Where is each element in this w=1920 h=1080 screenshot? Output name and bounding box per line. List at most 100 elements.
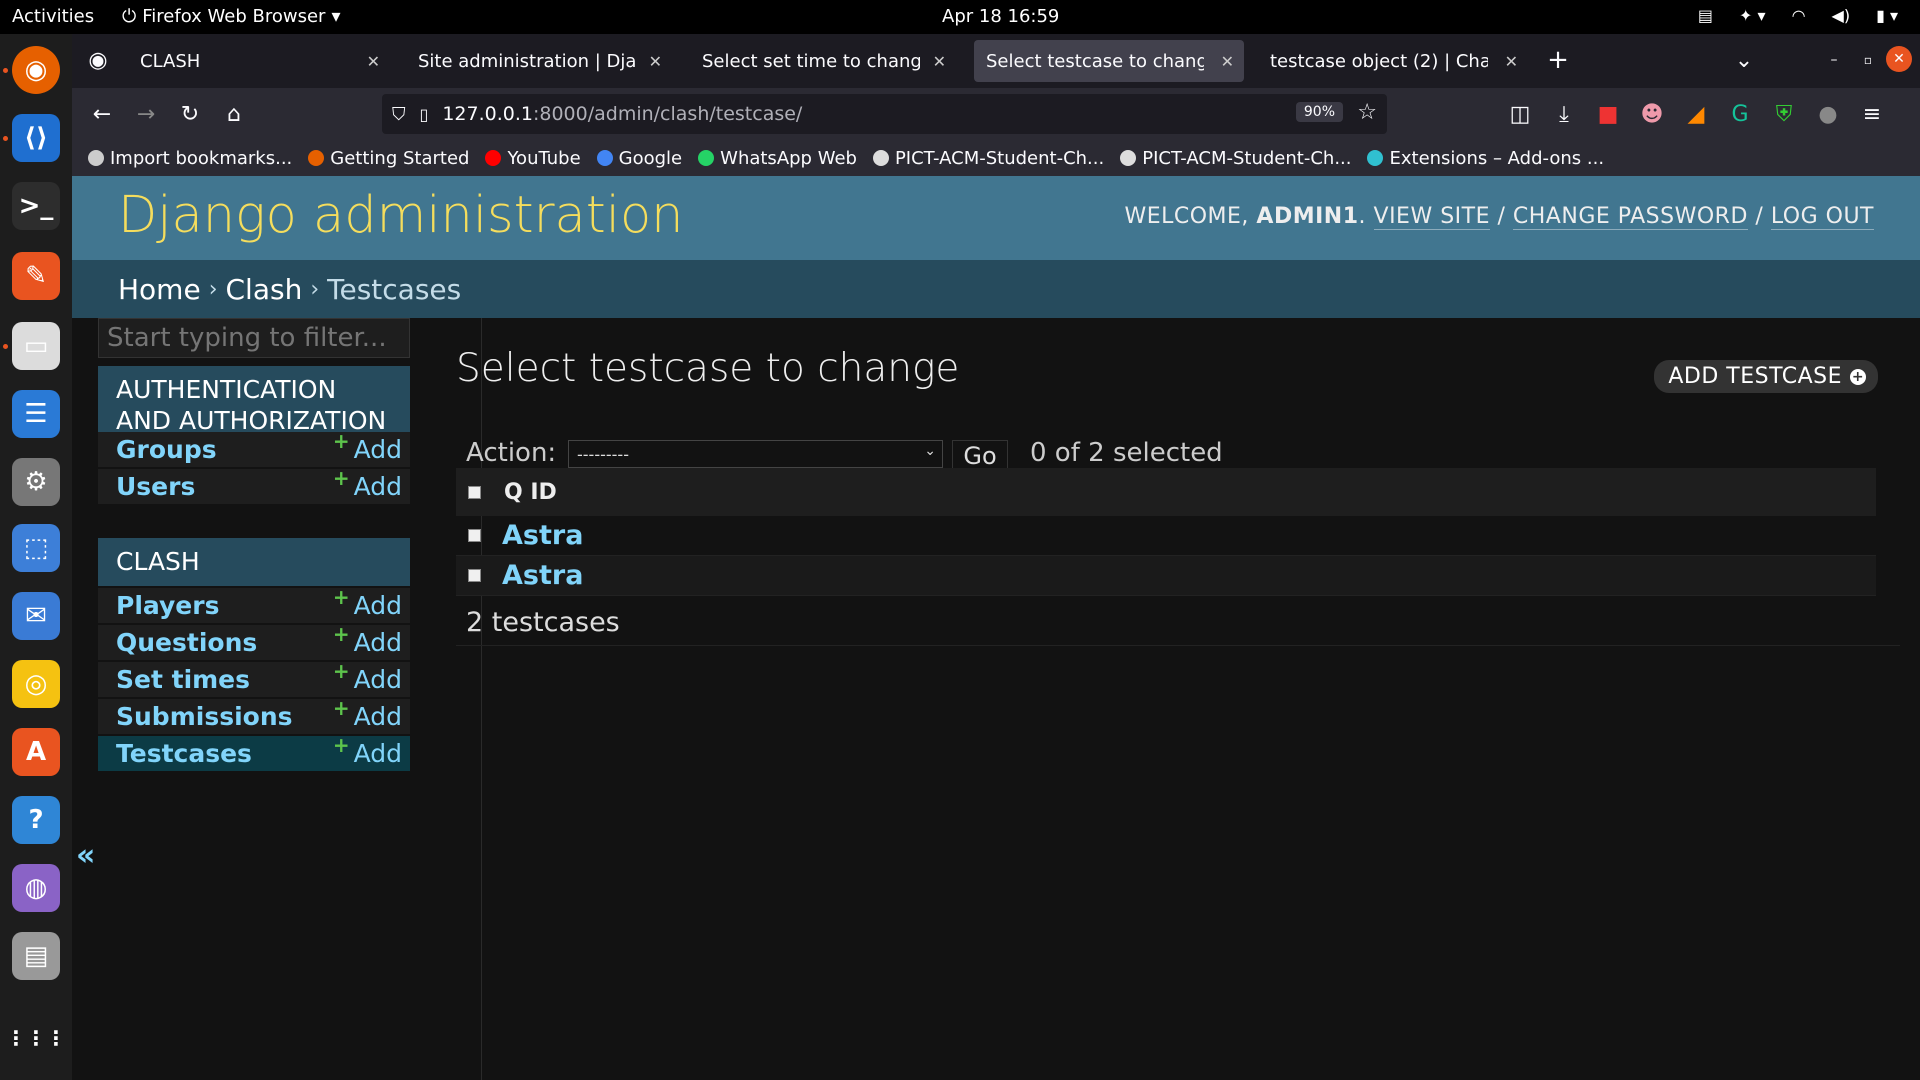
star-icon[interactable]: ☆	[1357, 100, 1377, 125]
zoom-level[interactable]: 90%	[1295, 102, 1343, 122]
web-icon[interactable]: ◍	[12, 864, 60, 912]
restore-icon[interactable]: ▫	[1852, 44, 1884, 76]
model-link-players[interactable]: Players	[116, 591, 219, 620]
bookmark-item[interactable]: Import bookmarks...	[88, 148, 292, 169]
row-link[interactable]: Astra	[502, 560, 583, 591]
model-link-set-times[interactable]: Set times	[116, 665, 250, 694]
tab-clash[interactable]: CLASH ✕	[128, 40, 390, 82]
firefox-view-icon[interactable]: ◉	[82, 44, 114, 76]
downloads-icon[interactable]: ⤓	[1548, 98, 1580, 130]
rhythmbox-icon[interactable]: ◎	[12, 660, 60, 708]
window-close-icon[interactable]: ✕	[1886, 46, 1912, 72]
row-checkbox[interactable]	[468, 569, 481, 582]
add-submissions-link[interactable]: + Add	[333, 696, 402, 731]
clock[interactable]: Apr 18 16:59	[942, 6, 1059, 27]
grammarly-icon[interactable]: G	[1724, 98, 1756, 130]
change-password-link[interactable]: CHANGE PASSWORD	[1512, 204, 1748, 230]
module-caption-clash[interactable]: CLASH	[98, 538, 410, 586]
files-icon[interactable]: ▭	[12, 322, 60, 370]
add-players-link[interactable]: + Add	[333, 585, 402, 620]
back-icon[interactable]: ←	[86, 98, 118, 130]
bookmark-item[interactable]: WhatsApp Web	[698, 148, 857, 169]
select-all-checkbox[interactable]	[468, 485, 481, 499]
wifi-icon[interactable]: ◠	[1792, 6, 1806, 25]
home-icon[interactable]: ⌂	[218, 98, 250, 130]
bookmark-item[interactable]: PICT-ACM-Student-Ch...	[1120, 148, 1351, 169]
new-tab-icon[interactable]: +	[1542, 44, 1574, 76]
toggle-sidebar-icon[interactable]: «	[76, 838, 95, 873]
view-site-link[interactable]: VIEW SITE	[1373, 204, 1490, 230]
add-testcase-button[interactable]: ADD TESTCASE +	[1654, 360, 1878, 393]
close-icon[interactable]: ✕	[933, 52, 946, 71]
bookmark-item[interactable]: Getting Started	[308, 148, 469, 169]
model-link-questions[interactable]: Questions	[116, 628, 257, 657]
model-link-groups[interactable]: Groups	[116, 435, 217, 464]
reload-icon[interactable]: ↻	[174, 98, 206, 130]
clipboard-icon[interactable]: ▤	[12, 932, 60, 980]
thunderbird-icon[interactable]: ✉	[12, 592, 60, 640]
extension-person-icon[interactable]: ●	[1812, 98, 1844, 130]
column-header-qid[interactable]: Q ID	[504, 480, 557, 505]
accessibility-icon[interactable]: ✦ ▾	[1739, 6, 1766, 25]
forward-icon[interactable]: →	[130, 98, 162, 130]
add-groups-link[interactable]: + Add	[333, 429, 402, 464]
battery-icon[interactable]: ▮ ▾	[1876, 6, 1898, 25]
add-users-link[interactable]: + Add	[333, 466, 402, 501]
close-icon[interactable]: ✕	[1221, 52, 1234, 71]
model-link-testcases[interactable]: Testcases	[116, 739, 252, 768]
software-icon[interactable]: A	[12, 728, 60, 776]
action-select[interactable]: --------- ⌄	[568, 440, 943, 468]
extension-flag-icon[interactable]: ◢	[1680, 98, 1712, 130]
shield-icon[interactable]: ⛉	[392, 104, 406, 125]
activities-button[interactable]: Activities	[12, 6, 94, 27]
help-icon[interactable]: ?	[12, 796, 60, 844]
page-info-icon[interactable]: ▯	[420, 105, 429, 124]
bookmark-item[interactable]: Extensions – Add-ons ...	[1367, 148, 1604, 169]
vscode-icon[interactable]: ⟨⟩	[12, 114, 60, 162]
row-checkbox[interactable]	[468, 529, 481, 542]
model-link-users[interactable]: Users	[116, 472, 195, 501]
extension-lock-icon[interactable]: ■	[1592, 98, 1624, 130]
app-menu[interactable]: ⏻ Firefox Web Browser ▾	[122, 6, 341, 27]
tab-testcase-list[interactable]: Select testcase to change | D ✕	[974, 40, 1244, 82]
menu-icon[interactable]: ≡	[1856, 98, 1888, 130]
terminal-icon[interactable]: >_	[12, 182, 60, 230]
close-icon[interactable]: ✕	[649, 52, 662, 71]
system-tray[interactable]: ▤ ✦ ▾ ◠ ◀) ▮ ▾	[1698, 6, 1898, 25]
firefox-icon[interactable]: ◉	[12, 46, 60, 94]
tab-site-administration[interactable]: Site administration | Django ✕	[406, 40, 672, 82]
list-tabs-icon[interactable]: ⌄	[1728, 44, 1760, 76]
extension-mask-icon[interactable]: ☻	[1636, 98, 1668, 130]
bookmark-item[interactable]: PICT-ACM-Student-Ch...	[872, 148, 1104, 169]
sidebar-item-users: Users + Add	[98, 466, 410, 505]
tab-testcase-object[interactable]: testcase object (2) | Change ✕	[1258, 40, 1528, 82]
tab-set-time[interactable]: Select set time to change | D ✕	[690, 40, 956, 82]
breadcrumb-home[interactable]: Home	[118, 273, 201, 306]
site-title[interactable]: Django administration	[118, 186, 683, 245]
add-set-times-link[interactable]: + Add	[333, 659, 402, 694]
clipboard-tray-icon[interactable]: ▤	[1698, 6, 1713, 25]
extension-shield-icon[interactable]: ⛨	[1768, 98, 1800, 130]
writer-icon[interactable]: ☰	[12, 390, 60, 438]
url-bar[interactable]: ⛉ ▯ 127.0.0.1:8000/admin/clash/testcase/…	[382, 94, 1387, 134]
screenshot-icon[interactable]: ⬚	[12, 524, 60, 572]
row-link[interactable]: Astra	[502, 520, 583, 551]
volume-icon[interactable]: ◀)	[1832, 6, 1851, 25]
settings-icon[interactable]: ⚙	[12, 458, 60, 506]
close-icon[interactable]: ✕	[367, 52, 380, 71]
editor-icon[interactable]: ✎	[12, 252, 60, 300]
module-caption-auth[interactable]: AUTHENTICATION AND AUTHORIZATION	[98, 366, 410, 435]
model-link-submissions[interactable]: Submissions	[116, 702, 293, 731]
close-icon[interactable]: ✕	[1505, 52, 1518, 71]
breadcrumb-clash[interactable]: Clash	[226, 273, 303, 306]
minimize-icon[interactable]: –	[1818, 44, 1850, 76]
pocket-icon[interactable]: ◫	[1504, 98, 1536, 130]
bookmark-item[interactable]: Google	[596, 148, 682, 169]
add-questions-link[interactable]: + Add	[333, 622, 402, 657]
add-testcases-link[interactable]: + Add	[333, 733, 402, 768]
log-out-link[interactable]: LOG OUT	[1770, 204, 1874, 230]
show-applications-icon[interactable]: ⋮⋮⋮	[6, 1014, 66, 1062]
bookmark-item[interactable]: YouTube	[485, 148, 581, 169]
nav-filter-input[interactable]	[98, 318, 410, 358]
tab-title: CLASH	[140, 50, 201, 72]
